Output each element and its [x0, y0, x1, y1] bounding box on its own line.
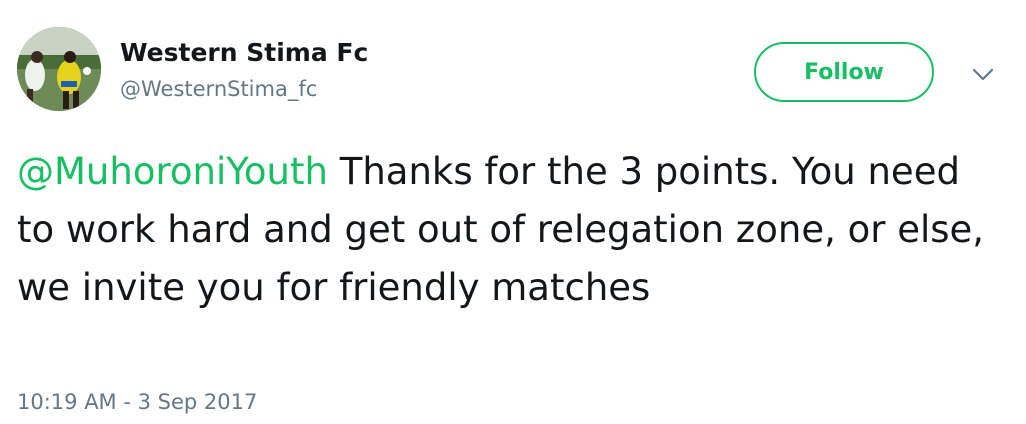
tweet-card: Western Stima Fc @WesternStima_fc Follow…	[0, 0, 1026, 424]
tweet-timestamp[interactable]: 10:19 AM - 3 Sep 2017	[17, 388, 257, 416]
avatar-image	[17, 27, 101, 111]
display-name[interactable]: Western Stima Fc	[120, 37, 368, 69]
avatar[interactable]	[17, 27, 101, 111]
more-options-button[interactable]	[970, 62, 996, 88]
mention-link[interactable]: @MuhoroniYouth	[17, 150, 328, 193]
user-handle[interactable]: @WesternStima_fc	[120, 75, 317, 103]
tweet-text: @MuhoroniYouth Thanks for the 3 points. …	[17, 143, 997, 317]
chevron-down-icon	[972, 68, 994, 81]
follow-button[interactable]: Follow	[754, 42, 934, 102]
